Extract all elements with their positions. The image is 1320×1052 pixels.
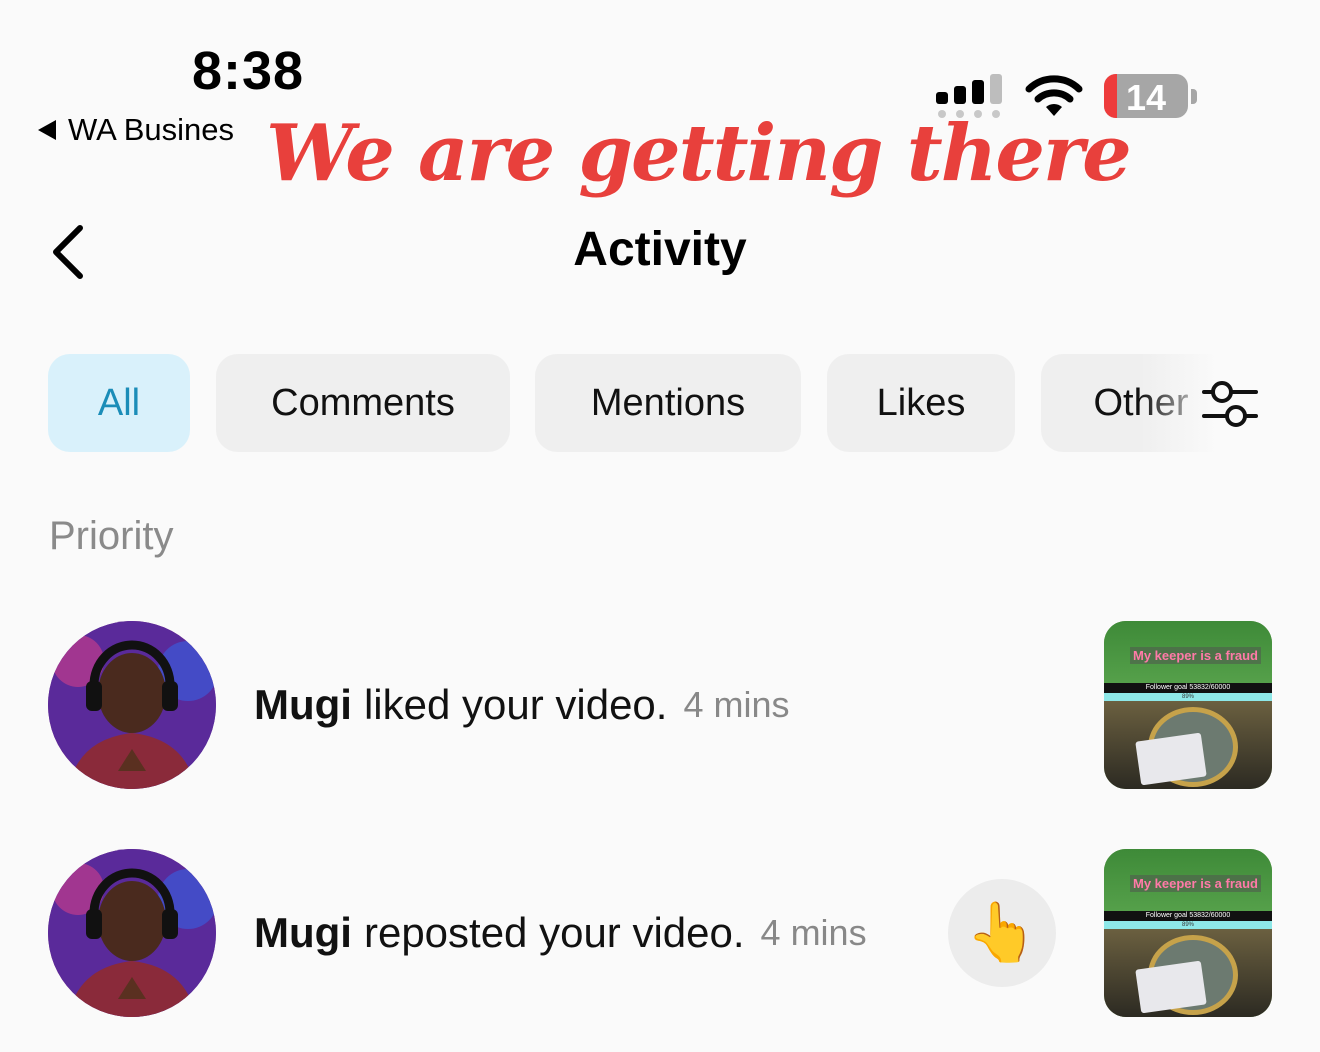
avatar-illustration bbox=[48, 621, 216, 789]
overlay-caption: We are getting there bbox=[266, 108, 1132, 199]
sliders-icon[interactable] bbox=[1200, 376, 1260, 432]
thumb-goal: Follower goal 53832/60000 bbox=[1145, 684, 1231, 691]
thumb-laptop bbox=[1135, 732, 1207, 786]
thumb-progress: 89% bbox=[1181, 694, 1194, 700]
page-title: Activity bbox=[573, 223, 747, 276]
notification-row[interactable]: Mugi liked your video. 4 mins My keeper … bbox=[0, 621, 1320, 791]
thumb-caption: My keeper is a fraud bbox=[1130, 875, 1261, 892]
thumb-progress-bar: 89% bbox=[1104, 921, 1272, 929]
status-time: 8:38 bbox=[192, 41, 305, 101]
tab-comments[interactable]: Comments bbox=[216, 354, 510, 452]
notification-time: 4 mins bbox=[760, 912, 867, 953]
thumb-progress-bar: 89% bbox=[1104, 693, 1272, 701]
notification-action: liked your video. bbox=[363, 681, 668, 728]
filter-tabs: All Comments Mentions Likes Other bbox=[48, 354, 1241, 452]
notification-row[interactable]: Mugi reposted your video. 4 mins 👆 My ke… bbox=[0, 849, 1320, 1019]
avatar[interactable] bbox=[48, 621, 216, 789]
notification-action: reposted your video. bbox=[363, 909, 745, 956]
thumb-progress: 89% bbox=[1181, 922, 1194, 928]
video-thumbnail[interactable]: My keeper is a fraud Follower goal 53832… bbox=[1104, 621, 1272, 789]
thumb-goal: Follower goal 53832/60000 bbox=[1145, 912, 1231, 919]
notification-time: 4 mins bbox=[683, 684, 790, 725]
section-label-priority: Priority bbox=[49, 514, 174, 558]
video-thumbnail[interactable]: My keeper is a fraud Follower goal 53832… bbox=[1104, 849, 1272, 1017]
back-triangle-icon bbox=[38, 120, 56, 140]
notification-text: Mugi liked your video. 4 mins bbox=[254, 621, 790, 789]
notification-username[interactable]: Mugi bbox=[254, 909, 352, 957]
notification-text: Mugi reposted your video. 4 mins bbox=[254, 849, 867, 1017]
thumb-caption: My keeper is a fraud bbox=[1130, 647, 1261, 664]
back-to-app-link[interactable]: WA Busines bbox=[38, 112, 234, 148]
pointing-hand-icon: 👆 bbox=[965, 900, 1039, 965]
battery-cap bbox=[1191, 89, 1197, 104]
back-app-label: WA Busines bbox=[68, 112, 234, 147]
avatar-illustration bbox=[48, 849, 216, 1017]
avatar[interactable] bbox=[48, 849, 216, 1017]
notification-username[interactable]: Mugi bbox=[254, 681, 352, 729]
tab-likes[interactable]: Likes bbox=[827, 354, 1015, 452]
thumb-laptop bbox=[1135, 960, 1207, 1014]
wave-back-button[interactable]: 👆 bbox=[948, 879, 1056, 987]
tab-mentions[interactable]: Mentions bbox=[535, 354, 801, 452]
tab-all[interactable]: All bbox=[48, 354, 190, 452]
